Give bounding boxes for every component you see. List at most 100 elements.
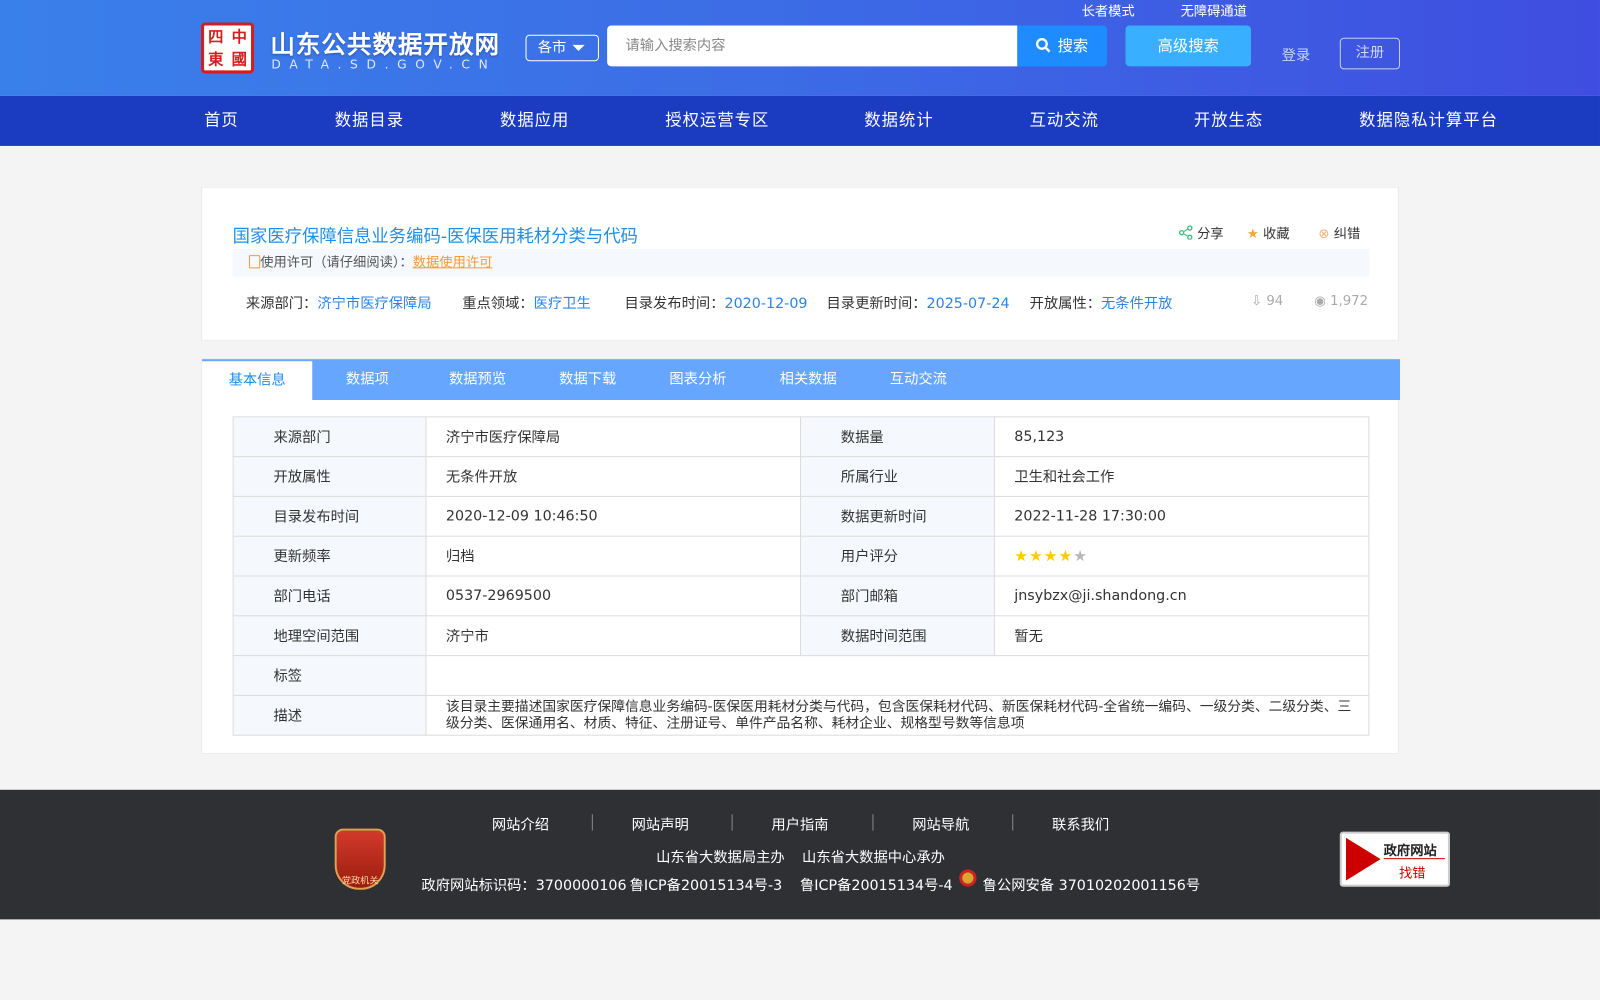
police-emblem-icon <box>959 869 977 887</box>
tab-preview[interactable]: 数据预览 <box>422 359 532 400</box>
tab-basic-info[interactable]: 基本信息 <box>202 361 313 400</box>
nav-authorized-ops[interactable]: 授权运营专区 <box>665 96 769 144</box>
field-value-tags <box>425 655 1370 696</box>
divider <box>731 814 733 831</box>
footer-link-statement[interactable]: 网站声明 <box>632 814 689 834</box>
error-icon: ⊗ <box>1318 226 1330 242</box>
star-icon: ★ <box>1246 226 1259 242</box>
tab-interaction[interactable]: 互动交流 <box>863 359 973 400</box>
nav-ecosystem[interactable]: 开放生态 <box>1194 96 1263 144</box>
sponsor-text: 山东省大数据局主办 <box>656 849 785 867</box>
meta-domain: 重点领域：医疗卫生 <box>462 295 591 313</box>
table-row: 更新频率 归档 用户评分 ★★★★★ <box>232 535 1370 577</box>
view-count: ◉ 1,972 <box>1314 293 1369 310</box>
field-label: 所属行业 <box>799 456 995 497</box>
field-label: 标签 <box>232 655 427 696</box>
divider <box>1012 814 1014 831</box>
meta-source: 来源部门：济宁市医疗保障局 <box>245 295 432 313</box>
field-value: 0537-2969500 <box>425 575 802 617</box>
field-label: 开放属性 <box>232 456 427 497</box>
nav-statistics[interactable]: 数据统计 <box>864 96 933 144</box>
tab-download[interactable]: 数据下载 <box>533 359 643 400</box>
police-record-link[interactable]: 鲁公网安备 37010202001156号 <box>983 874 1201 894</box>
footer-link-guide[interactable]: 用户指南 <box>771 814 828 834</box>
field-label: 数据量 <box>799 416 995 458</box>
search-button[interactable]: 搜索 <box>1017 25 1108 67</box>
table-row: 开放属性 无条件开放 所属行业 卫生和社会工作 <box>232 456 1370 497</box>
city-select[interactable]: 各市 <box>525 34 599 62</box>
field-label: 数据更新时间 <box>799 495 995 537</box>
footer: 党政机关 网站介绍 网站声明 用户指南 网站导航 联系我们 山东省大数据局主办 … <box>0 789 1600 920</box>
user-rating: ★★★★★ <box>993 535 1370 577</box>
field-value-description: 该目录主要描述国家医疗保障信息业务编码-医保医用耗材分类与代码，包含医保耗材代码… <box>425 694 1370 736</box>
nav-interaction[interactable]: 互动交流 <box>1030 96 1099 144</box>
favorite-button[interactable]: ★ 收藏 <box>1246 222 1290 242</box>
site-subtitle: DATA.SD.GOV.CN <box>271 57 497 72</box>
field-value: 济宁市 <box>425 615 802 657</box>
field-label: 目录发布时间 <box>232 495 427 537</box>
table-row: 部门电话 0537-2969500 部门邮箱 jnsybzx@ji.shandong.… <box>232 575 1370 617</box>
site-logo[interactable]: 四中東國 <box>201 22 255 74</box>
site-id: 政府网站标识码：3700000106 <box>421 877 627 894</box>
nav-home[interactable]: 首页 <box>204 96 239 144</box>
field-label: 数据时间范围 <box>799 615 995 657</box>
footer-link-about[interactable]: 网站介绍 <box>492 814 549 834</box>
gov-site-report-badge[interactable]: 政府网站 找错 <box>1339 831 1450 887</box>
table-row: 地理空间范围 济宁市 数据时间范围 暂无 <box>232 615 1370 657</box>
field-label: 地理空间范围 <box>232 615 427 657</box>
organizer-text: 山东省大数据中心承办 <box>802 849 945 867</box>
eye-icon: ◉ <box>1314 293 1326 310</box>
table-row: 来源部门 济宁市医疗保障局 数据量 85,123 <box>232 416 1370 458</box>
icp-link-1[interactable]: 鲁ICP备20015134号-3 <box>630 874 783 894</box>
table-row-description: 描述 该目录主要描述国家医疗保障信息业务编码-医保医用耗材分类与代码，包含医保耗材… <box>232 694 1370 736</box>
tab-data-items[interactable]: 数据项 <box>312 359 422 400</box>
field-label: 描述 <box>232 694 427 736</box>
tab-chart[interactable]: 图表分析 <box>643 359 753 400</box>
field-label: 用户评分 <box>799 535 995 577</box>
elder-mode-link[interactable]: 长者模式 <box>1082 0 1135 19</box>
field-value: 归档 <box>425 535 802 577</box>
accessibility-link[interactable]: 无障碍通道 <box>1181 0 1247 19</box>
login-link[interactable]: 登录 <box>1282 45 1311 65</box>
star-icon[interactable]: ★ <box>1044 547 1059 565</box>
footer-link-sitemap[interactable]: 网站导航 <box>912 814 969 834</box>
nav-apps[interactable]: 数据应用 <box>500 96 569 144</box>
dataset-summary-card: 国家医疗保障信息业务编码-医保医用耗材分类与代码 分享 ★ 收藏 ⊗ 纠错 使用… <box>201 186 1399 341</box>
field-value: jnsybzx@ji.shandong.cn <box>993 575 1370 617</box>
report-error-button[interactable]: ⊗ 纠错 <box>1318 222 1360 242</box>
divider <box>591 814 593 831</box>
star-icon[interactable]: ★ <box>1059 547 1074 565</box>
field-value: 无条件开放 <box>425 456 802 497</box>
nav-catalog[interactable]: 数据目录 <box>335 96 404 144</box>
party-gov-badge[interactable]: 党政机关 <box>334 828 386 890</box>
share-button[interactable]: 分享 <box>1178 222 1224 242</box>
search-input[interactable] <box>607 25 1018 67</box>
field-label: 更新频率 <box>232 535 427 577</box>
footer-link-contact[interactable]: 联系我们 <box>1052 814 1109 834</box>
license-link[interactable]: 数据使用许可 <box>413 255 493 270</box>
meta-published: 目录发布时间：2020-12-09 <box>624 295 808 313</box>
star-icon[interactable]: ★ <box>1029 547 1044 565</box>
star-icon[interactable]: ★ <box>1073 547 1088 565</box>
icp-link-2[interactable]: 鲁ICP备20015134号-4 <box>800 874 953 894</box>
field-value: 暂无 <box>993 615 1370 657</box>
tab-bar: 基本信息 数据项 数据预览 数据下载 图表分析 相关数据 互动交流 <box>202 359 1400 400</box>
register-button[interactable]: 注册 <box>1339 37 1400 70</box>
bookmark-icon <box>248 255 261 269</box>
detail-panel: 基本信息 数据项 数据预览 数据下载 图表分析 相关数据 互动交流 来源部门 济宁… <box>201 358 1400 755</box>
search-icon <box>1036 38 1051 53</box>
field-label: 部门电话 <box>232 575 427 617</box>
field-label: 来源部门 <box>232 416 427 458</box>
field-value: 卫生和社会工作 <box>993 456 1370 497</box>
magnifier-icon <box>1345 837 1381 881</box>
nav-privacy-computing[interactable]: 数据隐私计算平台 <box>1359 96 1498 144</box>
star-icon[interactable]: ★ <box>1014 547 1029 565</box>
field-label: 部门邮箱 <box>799 575 995 617</box>
table-row: 目录发布时间 2020-12-09 10:46:50 数据更新时间 2022-11-2… <box>232 495 1370 537</box>
tab-related[interactable]: 相关数据 <box>753 359 863 400</box>
field-value: 2022-11-28 17:30:00 <box>993 495 1370 537</box>
info-table: 来源部门 济宁市医疗保障局 数据量 85,123 开放属性 无条件开放 所属行业 卫生和社会工… <box>232 416 1370 736</box>
advanced-search-button[interactable]: 高级搜索 <box>1125 25 1252 67</box>
divider <box>872 814 874 831</box>
chevron-down-icon <box>572 44 585 52</box>
